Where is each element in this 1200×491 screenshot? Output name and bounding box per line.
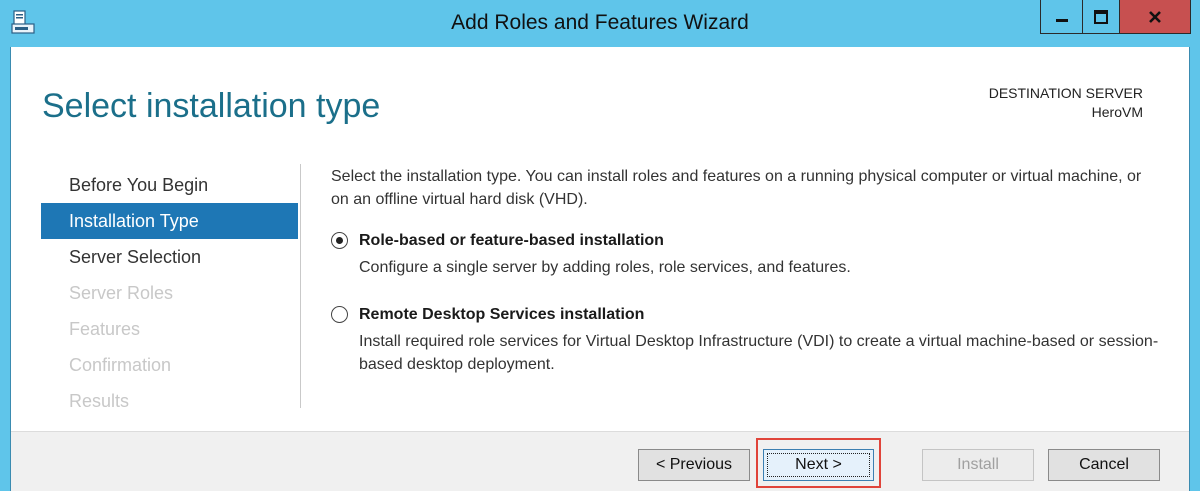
remote-desktop-label[interactable]: Remote Desktop Services installation [359,304,1161,325]
option-role-based[interactable]: Role-based or feature-based installation… [331,230,1161,279]
nav-item-results: Results [69,391,130,411]
close-button[interactable] [1119,0,1191,34]
wizard-window: Add Roles and Features Wizard Select ins… [0,0,1200,491]
minimize-icon [1055,18,1068,22]
option-remote-desktop[interactable]: Remote Desktop Services installation Ins… [331,304,1161,376]
nav-divider [300,164,301,408]
intro-text: Select the installation type. You can in… [331,168,1142,208]
wizard-footer: < Previous Next > Install Cancel [11,431,1189,491]
focus-ring [767,453,870,477]
close-icon [1149,10,1161,23]
nav-item-server-roles: Server Roles [69,283,174,303]
wizard-body: Select installation type DESTINATION SER… [10,47,1190,491]
nav-item-installation-type[interactable]: Installation Type [41,203,298,239]
nav-item-server-selection[interactable]: Server Selection [41,239,298,275]
nav-item-features: Features [69,319,141,339]
title-bar[interactable]: Add Roles and Features Wizard [0,0,1200,47]
role-based-label[interactable]: Role-based or feature-based installation [359,230,1161,251]
nav-item-confirmation: Confirmation [69,355,172,375]
maximize-icon [1094,9,1108,24]
install-button: Install [922,449,1034,481]
page-title: Select installation type [42,87,381,125]
destination-server-label: DESTINATION SERVER [988,85,1143,101]
content-pane: Select the installation type. You can in… [331,165,1161,376]
window-title: Add Roles and Features Wizard [451,11,749,34]
nav-item-before-you-begin[interactable]: Before You Begin [41,167,298,203]
previous-button[interactable]: < Previous [638,449,750,481]
role-based-radio[interactable] [331,232,348,249]
remote-desktop-radio[interactable] [331,306,348,323]
remote-desktop-description: Install required role services for Virtu… [359,333,1159,373]
wizard-nav: Before You Begin Installation Type Serve… [41,167,298,419]
minimize-button[interactable] [1040,0,1083,34]
destination-server-value: HeroVM [1091,104,1143,120]
next-button[interactable]: Next > [763,449,874,481]
maximize-button[interactable] [1082,0,1120,34]
cancel-button[interactable]: Cancel [1048,449,1160,481]
role-based-description: Configure a single server by adding role… [359,259,851,276]
